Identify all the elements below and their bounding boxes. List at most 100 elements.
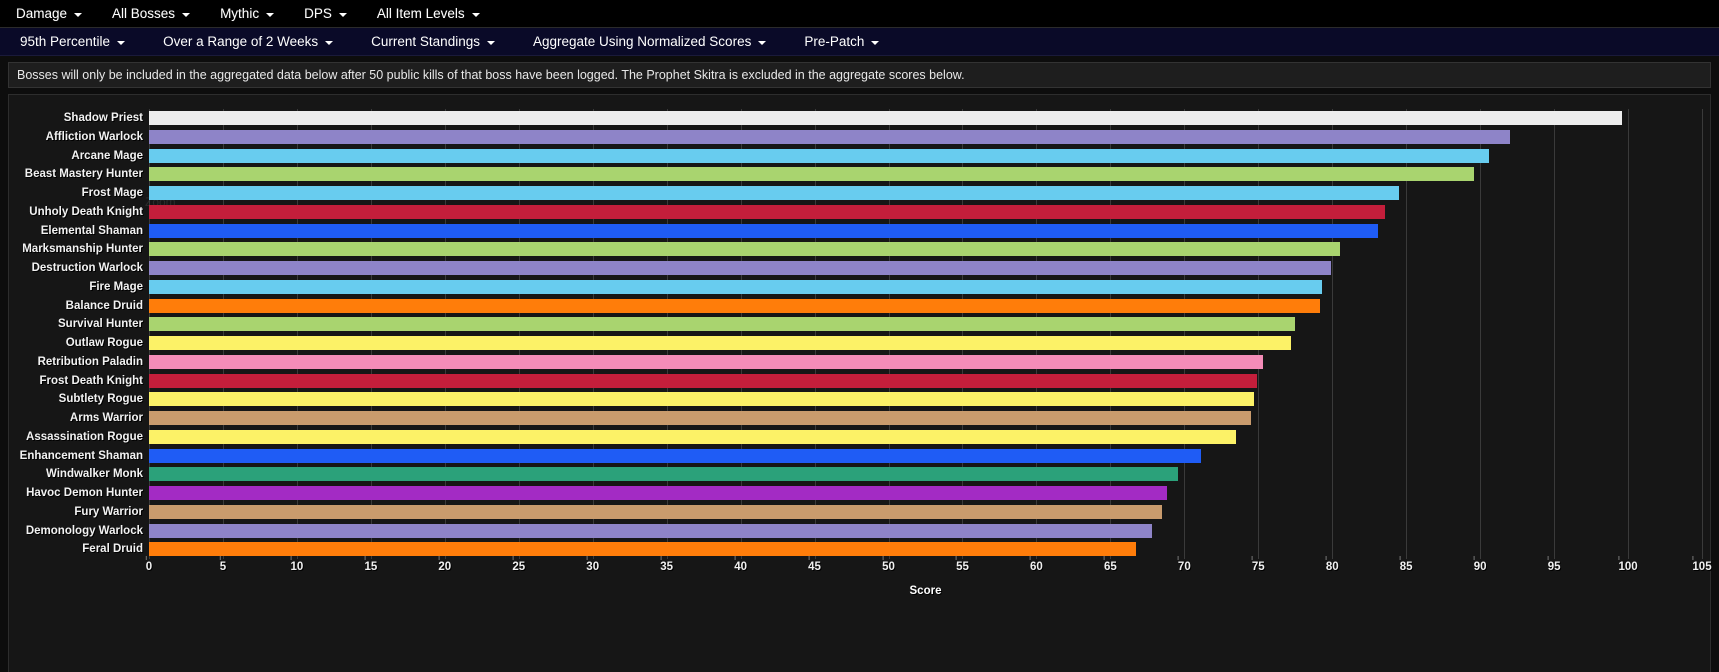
bar[interactable] (149, 204, 1386, 219)
bar-chart: Shadow Priest Affliction Warlock Arcane Ma… (9, 109, 1712, 669)
bar[interactable] (149, 186, 1399, 200)
category-label: Affliction Warlock (45, 130, 143, 143)
bar-row[interactable] (149, 353, 1702, 372)
x-tick-mark (660, 556, 662, 560)
bar[interactable] (149, 486, 1167, 500)
chevron-down-icon (871, 40, 880, 45)
bar-row[interactable] (149, 409, 1702, 428)
bar[interactable] (149, 392, 1254, 407)
menu-dps[interactable]: DPS (298, 2, 359, 25)
menu-range[interactable]: Over a Range of 2 Weeks (157, 30, 343, 53)
bar-row[interactable] (149, 484, 1702, 503)
bar-row[interactable] (149, 165, 1702, 184)
menu-all-item-levels[interactable]: All Item Levels (371, 2, 492, 25)
bar[interactable] (149, 242, 1340, 257)
x-tick-mark (1692, 556, 1694, 560)
menu-damage[interactable]: Damage (10, 2, 94, 25)
bar[interactable] (149, 354, 1263, 369)
notice-text: Bosses will only be included in the aggr… (17, 68, 965, 82)
bar[interactable] (149, 148, 1490, 163)
x-axis-title: Score (909, 585, 942, 597)
x-tick-label: 65 (1103, 556, 1117, 573)
bar-row[interactable] (149, 390, 1702, 409)
category-label: Outlaw Rogue (65, 337, 143, 349)
plot-area (149, 109, 1703, 559)
bar[interactable] (149, 317, 1296, 332)
bar[interactable] (149, 167, 1475, 182)
menu-standings[interactable]: Current Standings (365, 30, 505, 53)
x-tick-label: 80 (1325, 556, 1339, 573)
bar[interactable] (149, 261, 1331, 275)
bar[interactable] (149, 111, 1623, 125)
chart-panel: Zoom Shadow Priest Affliction Warlock Arca… (8, 94, 1712, 672)
bar-row[interactable] (149, 447, 1702, 466)
category-label: Destruction Warlock (31, 262, 143, 274)
category-label: Fury Warrior (74, 505, 143, 518)
bar[interactable] (149, 448, 1201, 463)
bar-row[interactable] (149, 109, 1702, 128)
bar[interactable] (149, 223, 1379, 238)
x-tick-mark (1399, 556, 1401, 560)
bar[interactable] (149, 373, 1257, 388)
x-tick-mark (1030, 556, 1032, 560)
bar[interactable] (149, 411, 1251, 425)
bar[interactable] (149, 542, 1136, 557)
bar[interactable] (149, 336, 1291, 350)
x-tick-label: 0 (145, 556, 152, 573)
x-tick-mark (145, 556, 147, 560)
bar-row[interactable] (149, 315, 1702, 334)
x-tick-mark (1177, 556, 1179, 560)
category-label: Demonology Warlock (25, 524, 143, 537)
x-tick-label: 105 (1692, 556, 1712, 573)
x-tick-label: 90 (1473, 556, 1487, 573)
bar[interactable] (149, 429, 1237, 444)
x-tick-label: 45 (808, 556, 821, 573)
menu-prepatch[interactable]: Pre-Patch (798, 30, 889, 53)
x-tick-mark (734, 556, 736, 560)
bar[interactable] (149, 523, 1152, 538)
bar[interactable] (149, 279, 1322, 294)
x-tick-label: 5 (219, 556, 226, 573)
bar-row[interactable] (149, 259, 1702, 278)
bar-row[interactable] (149, 222, 1702, 241)
menu-aggregate[interactable]: Aggregate Using Normalized Scores (527, 30, 776, 53)
x-tick-label: 25 (512, 556, 525, 573)
menu-all-bosses[interactable]: All Bosses (106, 2, 202, 25)
menu-item-label: All Item Levels (376, 6, 465, 21)
category-label: Subtlety Rogue (58, 393, 143, 406)
primary-toolbar: Damage All Bosses Mythic DPS All Item Levels (0, 0, 1719, 28)
bar[interactable] (149, 467, 1179, 482)
bar-row[interactable] (149, 297, 1702, 316)
menu-item-label: Over a Range of 2 Weeks (163, 34, 319, 49)
category-label: Frost Mage (81, 187, 143, 199)
bar-row[interactable] (149, 240, 1702, 259)
menu-percentile[interactable]: 95th Percentile (14, 30, 135, 53)
menu-item-label: All Bosses (112, 6, 176, 21)
bar-row[interactable] (149, 128, 1702, 147)
bar[interactable] (149, 504, 1163, 519)
bar-row[interactable] (149, 334, 1702, 353)
bar[interactable] (149, 129, 1510, 144)
category-label: Survival Hunter (58, 318, 143, 331)
menu-mythic[interactable]: Mythic (214, 2, 286, 25)
category-label: Frost Death Knight (39, 374, 144, 387)
x-tick-mark (1103, 556, 1105, 560)
x-tick-mark (364, 556, 366, 560)
x-tick-mark (586, 556, 588, 560)
chevron-down-icon (325, 40, 334, 45)
chevron-down-icon (471, 12, 480, 17)
bar-row[interactable] (149, 522, 1702, 541)
bar-row[interactable] (149, 203, 1702, 222)
bar-row[interactable] (149, 465, 1702, 484)
bar-row[interactable] (149, 147, 1702, 166)
x-tick-mark (1251, 556, 1253, 560)
bar-row[interactable] (149, 278, 1702, 297)
bar-row[interactable] (149, 184, 1702, 203)
bar-row[interactable] (149, 503, 1702, 522)
category-label: Havoc Demon Hunter (26, 487, 143, 499)
x-tick-mark (1618, 556, 1620, 560)
bar-row[interactable] (149, 428, 1702, 447)
bar-row[interactable] (149, 540, 1702, 559)
bar-row[interactable] (149, 372, 1702, 391)
bar[interactable] (149, 298, 1321, 313)
